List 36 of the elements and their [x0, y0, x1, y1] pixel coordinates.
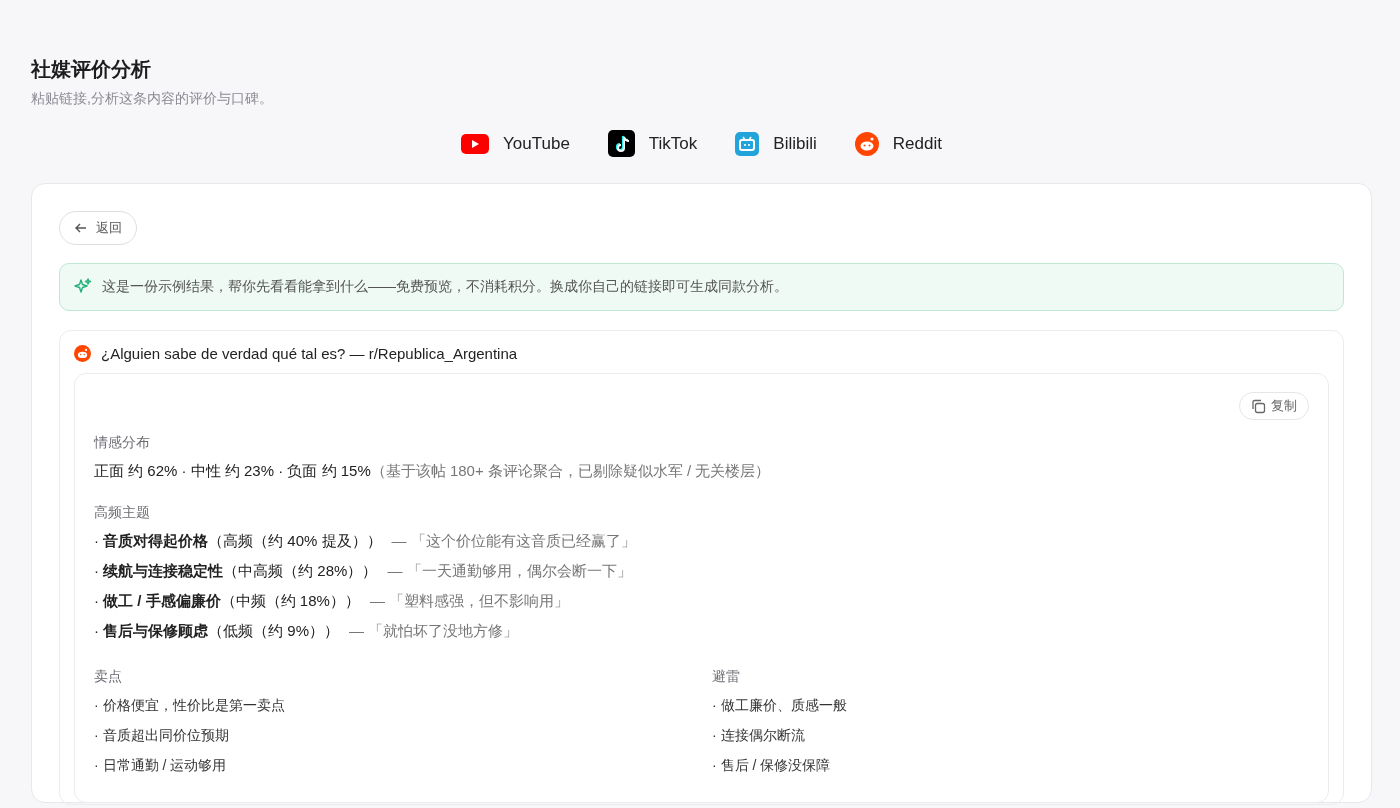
theme-quote: — 「就怕坏了没地方修」	[349, 621, 519, 641]
copy-button[interactable]: 复制	[1239, 392, 1309, 420]
theme-quote: — 「塑料感强，但不影响用」	[369, 591, 570, 611]
list-item: · 售后 / 保修没保障	[712, 756, 832, 775]
theme-text: · 续航与连接稳定性（中高频（约 28%））	[94, 561, 378, 581]
list-item: · 音质超出同价位预期	[94, 726, 230, 745]
platform-link[interactable]: Reddit	[854, 130, 942, 157]
theme-text: · 音质对得起价格（高频（约 40% 提及））	[94, 531, 382, 551]
page-title: 社媒评价分析	[31, 57, 152, 82]
section-heading: 避雷	[712, 668, 741, 686]
theme-text: · 售后与保修顾虑（低频（约 9%））	[94, 621, 340, 641]
back-button[interactable]: 返回	[59, 211, 137, 245]
post-title: ¿Alguien sabe de verdad qué tal es? — r/Republica_Argentina	[101, 345, 518, 362]
platform-link[interactable]: Bilibili	[735, 130, 817, 157]
alien-face-icon	[74, 345, 91, 362]
theme-quote: — 「这个价位能有这音质已经赢了」	[391, 531, 636, 551]
list-item: · 做工廉价、质感一般	[712, 696, 848, 715]
tv-icon	[735, 131, 760, 156]
section-heading: 卖点	[94, 668, 123, 686]
arrow-left-icon	[74, 221, 88, 235]
theme-quote: — 「一天通勤够用，偶尔会断一下」	[387, 561, 632, 581]
alien-face-icon	[854, 131, 879, 156]
platform-link[interactable]: YouTube	[461, 130, 570, 157]
sentiment-summary: 正面 约 62% · 中性 约 23% · 负面 约 15%（基于该帖 180+ 条评论聚合，已剔除疑似水军 / 无关楼层）	[94, 461, 771, 481]
theme-text: · 做工 / 手感偏廉价（中频（约 18%））	[94, 591, 360, 611]
section-heading: 情感分布	[94, 434, 151, 452]
page-subtitle: 粘贴链接,分析这条内容的评价与口碑。	[31, 90, 274, 108]
notice-text: 这是一份示例结果，帮你先看看能拿到什么——免费预览，不消耗积分。换成你自己的链接即可生成同款分析。	[102, 278, 788, 296]
platform-link[interactable]: TikTok	[607, 130, 698, 157]
play-icon	[461, 133, 490, 154]
music-note-icon	[607, 130, 635, 157]
list-item: · 日常通勤 / 运动够用	[94, 756, 228, 775]
list-item: · 价格便宜，性价比是第一卖点	[94, 696, 286, 715]
list-item: · 连接偶尔断流	[712, 726, 806, 745]
section-heading: 高频主题	[94, 504, 151, 522]
copy-icon	[1251, 398, 1266, 414]
